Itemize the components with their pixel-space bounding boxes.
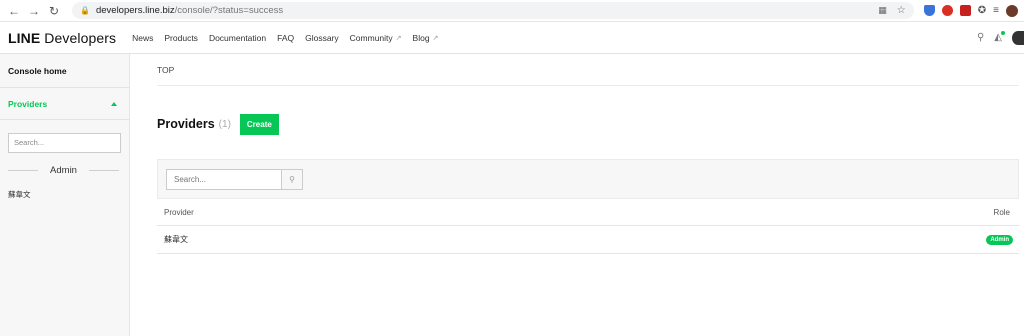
provider-count: (1) [218,118,231,130]
logo-line: LINE [8,29,41,46]
nav-community[interactable]: Community ↗ [350,33,402,43]
provider-cell[interactable]: 蘇韋文 [164,234,188,245]
table-header: Provider Role [157,199,1019,226]
profile-avatar[interactable] [1006,4,1018,17]
role-divider-label: Admin [50,164,77,176]
nav-label: Documentation [208,32,267,43]
playlist-icon[interactable]: ≡ [993,5,999,16]
sidebar-item-label: Console home [8,65,67,76]
notification-dot [1001,31,1005,35]
nav-blog[interactable]: Blog ↗ [413,33,439,43]
site-header: LINE Developers News Products Documentat… [0,22,1024,54]
providers-table: Provider Role 蘇韋文 Admin [157,199,1019,254]
external-link-icon: ↗ [432,34,439,42]
nav-news[interactable]: News [132,33,153,43]
url-path: /console/?status=success [174,5,284,16]
pdf-extension-icon[interactable] [959,5,971,16]
create-button[interactable]: Create [239,113,279,135]
sidebar-item-label: Providers [8,98,48,109]
sidebar-item-console-home[interactable]: Console home [0,54,129,88]
nav-documentation[interactable]: Documentation [209,33,266,43]
nav-label: Blog [412,32,430,43]
star-icon[interactable]: ☆ [897,5,906,16]
shield-extension-icon[interactable] [923,5,935,16]
line-developers-logo[interactable]: LINE Developers [8,30,116,46]
role-badge: Admin [986,234,1013,245]
puzzle-icon[interactable]: ✪ [978,5,986,16]
lock-icon: 🔒 [80,6,90,15]
column-header-provider: Provider [164,207,194,217]
translate-icon[interactable]: ▦ [878,5,887,16]
sidebar-item-providers[interactable]: Providers [0,88,129,120]
column-header-role: Role [993,207,1010,217]
notification-bell-icon[interactable]: ◭ [994,31,1005,43]
main-content: TOP Providers (1) Create ⚲ Provider Role… [130,54,1024,336]
nav-label: Glossary [305,32,339,43]
logo-developers: Developers [44,29,117,46]
back-arrow-icon[interactable]: ← [6,3,22,19]
browser-toolbar: ← → ↻ 🔒 developers.line.biz/console/?sta… [0,0,1024,22]
top-nav: News Products Documentation FAQ Glossary… [132,33,449,43]
provider-search: ⚲ [166,168,303,190]
user-avatar[interactable] [1012,30,1024,45]
title-row: Providers (1) Create [157,113,1019,135]
provider-search-input[interactable] [166,168,281,190]
divider-line [8,169,39,171]
sidebar-provider-item[interactable]: 蘇韋文 [0,176,129,200]
reload-icon[interactable]: ↻ [46,3,62,19]
nav-label: News [132,32,154,43]
search-icon[interactable]: ⚲ [281,168,303,190]
page-title: Providers [157,117,215,131]
nav-faq[interactable]: FAQ [277,33,294,43]
role-divider: Admin [8,165,119,176]
breadcrumb: TOP [157,54,1019,86]
breadcrumb-top[interactable]: TOP [157,65,174,75]
external-link-icon: ↗ [395,34,402,42]
nav-label: FAQ [277,32,295,43]
table-row[interactable]: 蘇韋文 Admin [157,226,1019,254]
divider-line [88,169,119,171]
search-icon[interactable]: ⚲ [977,32,984,43]
search-panel: ⚲ [157,159,1019,199]
nav-label: Products [164,32,198,43]
forward-arrow-icon[interactable]: → [26,3,42,19]
opera-extension-icon[interactable] [941,5,953,16]
nav-label: Community [349,32,393,43]
url-host: developers.line.biz [95,5,175,16]
address-bar[interactable]: 🔒 developers.line.biz/console/?status=su… [72,2,914,19]
sidebar-search-input[interactable] [8,132,121,153]
chevron-up-icon [111,101,117,106]
nav-products[interactable]: Products [164,33,198,43]
sidebar: Console home Providers Admin 蘇韋文 [0,54,130,336]
nav-glossary[interactable]: Glossary [305,33,339,43]
provider-name: 蘇韋文 [8,189,31,199]
